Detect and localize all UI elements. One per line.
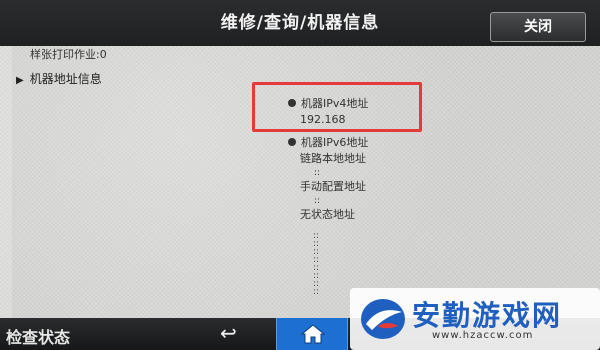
screen: 维修/查询/机器信息 关闭 样张打印作业:0 ▶ 机器地址信息 机器IPv4地址 …: [0, 0, 600, 350]
stateless-separators: :: :: :: :: :: :: :: ::: [313, 232, 320, 297]
separator: ::: [313, 287, 320, 297]
ipv6-block: 机器IPv6地址 链路本地地址 :: 手动配置地址 :: 无状态地址: [288, 135, 368, 223]
watermark-title: 安勤游戏网: [412, 299, 563, 332]
bullet-icon: [288, 99, 296, 107]
ipv6-label: 机器IPv6地址: [301, 136, 369, 149]
check-status-button[interactable]: 检查状态: [6, 324, 70, 348]
sample-print-jobs: 样张打印作业:0: [30, 48, 107, 61]
home-icon: [301, 324, 325, 344]
manual-separator: ::: [314, 196, 321, 206]
brand-logo-icon: [361, 299, 405, 339]
manual-label: 手动配置地址: [300, 180, 366, 193]
ipv4-label: 机器IPv4地址: [301, 97, 369, 110]
header-bar: 维修/查询/机器信息 关闭: [0, 0, 600, 46]
bullet-icon: [288, 138, 296, 146]
stateless-label: 无状态地址: [300, 208, 355, 221]
ipv4-value: 192.168: [300, 113, 346, 126]
ipv4-block: 机器IPv4地址 192.168: [288, 96, 368, 128]
triangle-right-icon: ▶: [16, 75, 24, 86]
back-icon[interactable]: ↩: [220, 321, 237, 345]
link-local-separator: ::: [314, 168, 321, 178]
watermark-logo: 安勤游戏网 www.hzaccw.com: [350, 288, 600, 350]
section-machine-address[interactable]: ▶ 机器地址信息: [16, 70, 102, 87]
link-local-label: 链路本地地址: [300, 152, 366, 165]
home-button[interactable]: [276, 318, 348, 350]
scroll-track[interactable]: [0, 46, 12, 318]
close-button[interactable]: 关闭: [490, 12, 586, 42]
content-area: 样张打印作业:0 ▶ 机器地址信息 机器IPv4地址 192.168 机器IPv6…: [0, 46, 600, 318]
section-label: 机器地址信息: [29, 72, 102, 86]
watermark-url: www.hzaccw.com: [432, 330, 534, 341]
